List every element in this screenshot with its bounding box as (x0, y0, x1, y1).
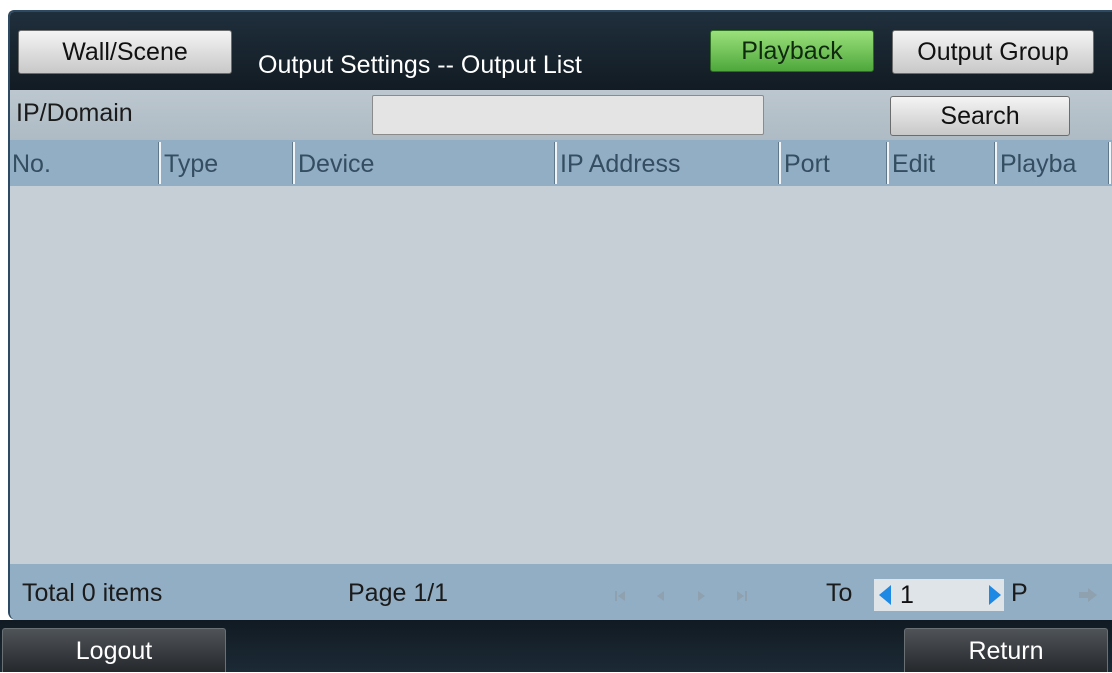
page-info-text: Page 1/1 (348, 579, 449, 607)
column-header-no[interactable]: No. (10, 140, 158, 186)
column-separator[interactable] (292, 142, 295, 184)
column-separator[interactable] (1108, 142, 1111, 184)
return-button[interactable]: Return (904, 628, 1108, 672)
pagination-bar: Total 0 items Page 1/1 To 1 P (10, 564, 1112, 620)
bottom-bar: Logout Return (0, 620, 1112, 672)
column-separator[interactable] (158, 142, 161, 184)
page-title: Output Settings -- Output List (258, 51, 582, 79)
playback-button[interactable]: Playback (710, 30, 874, 72)
column-separator[interactable] (994, 142, 997, 184)
wall-scene-button[interactable]: Wall/Scene (18, 30, 232, 74)
search-button[interactable]: Search (890, 96, 1070, 136)
column-header-edit[interactable]: Edit (890, 140, 994, 186)
output-list-body[interactable] (10, 186, 1112, 564)
last-page-icon[interactable] (736, 590, 748, 602)
table-header: No. Type Device IP Address Port Edit Pla… (10, 140, 1112, 187)
column-header-type[interactable]: Type (162, 140, 292, 186)
first-page-icon[interactable] (614, 590, 626, 602)
search-row: IP/Domain Search (10, 90, 1112, 140)
page-number-field[interactable]: 1 (874, 579, 1004, 611)
screen: Wall/Scene Output Settings -- Output Lis… (0, 0, 1112, 672)
page-decrease-icon[interactable] (878, 585, 892, 605)
go-to-label: To (826, 579, 853, 607)
total-items-text: Total 0 items (22, 579, 163, 607)
column-header-device[interactable]: Device (296, 140, 554, 186)
output-group-button[interactable]: Output Group (892, 30, 1094, 74)
previous-page-icon[interactable] (654, 590, 666, 602)
logout-button[interactable]: Logout (2, 628, 226, 672)
column-header-ip-address[interactable]: IP Address (558, 140, 778, 186)
column-header-playback[interactable]: Playba (998, 140, 1108, 186)
output-list-panel: Wall/Scene Output Settings -- Output Lis… (8, 10, 1112, 620)
ip-domain-label: IP/Domain (16, 99, 133, 127)
page-increase-icon[interactable] (988, 585, 1002, 605)
title-bar: Wall/Scene Output Settings -- Output Lis… (10, 12, 1112, 90)
column-separator[interactable] (554, 142, 557, 184)
next-page-icon[interactable] (696, 590, 708, 602)
column-separator[interactable] (778, 142, 781, 184)
go-page-icon[interactable] (1078, 588, 1098, 602)
ip-domain-input[interactable] (372, 95, 764, 135)
column-separator[interactable] (886, 142, 889, 184)
column-header-port[interactable]: Port (782, 140, 886, 186)
page-number-input[interactable]: 1 (900, 579, 914, 611)
page-suffix-label: P (1011, 579, 1028, 607)
